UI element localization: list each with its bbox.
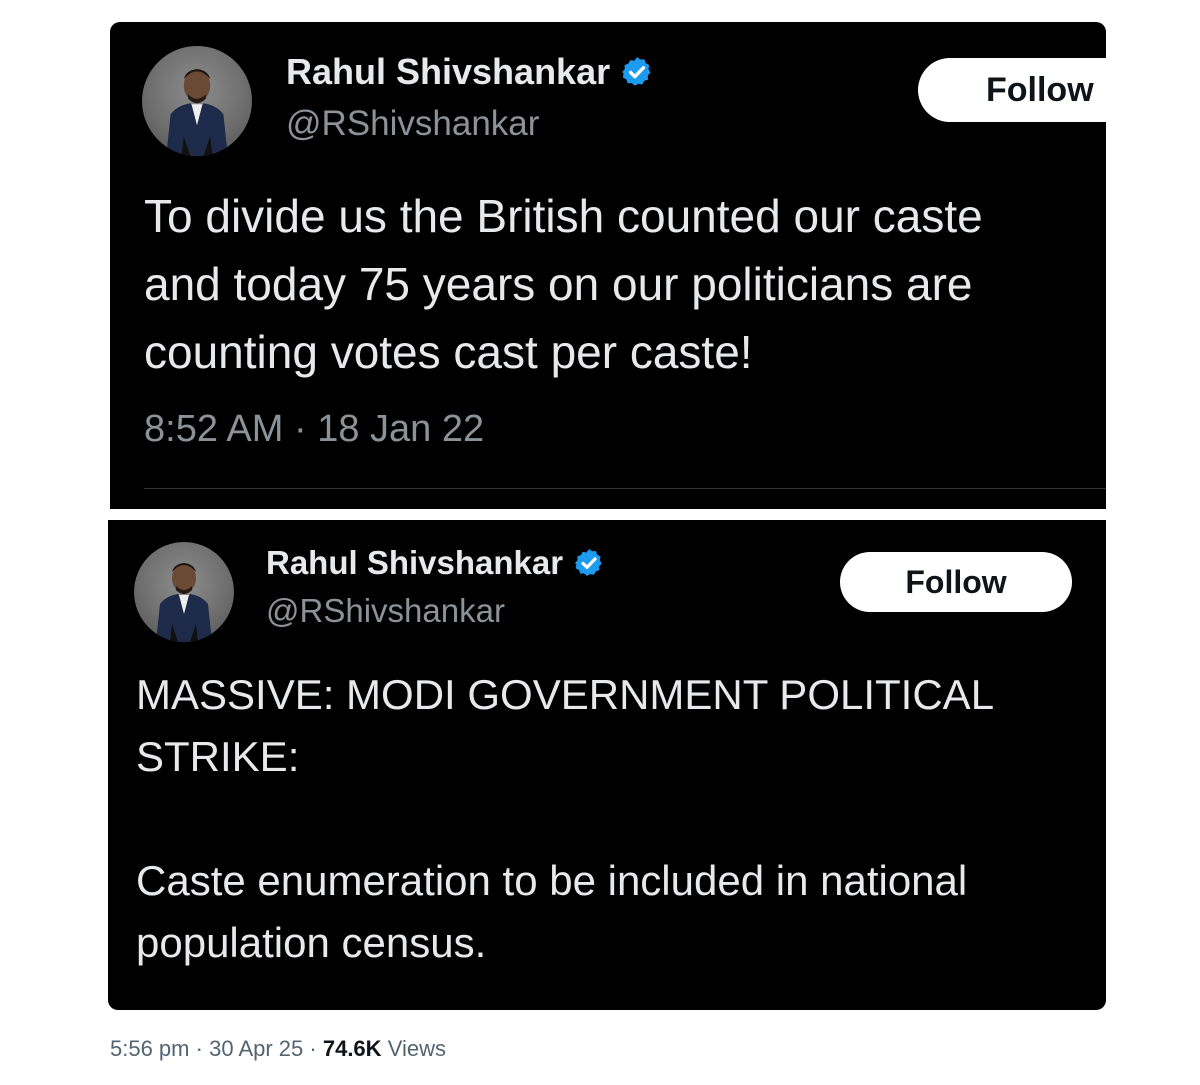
tweet-text-line: To divide us the British counted our cas… — [144, 190, 983, 242]
follow-button[interactable]: Follow — [918, 58, 1106, 122]
follow-button[interactable]: Follow — [840, 552, 1072, 612]
verified-badge-icon — [573, 547, 605, 579]
author-handle[interactable]: @RShivshankar — [266, 592, 505, 630]
embedded-tweet-2: Rahul Shivshankar @RShivshankar Follow M… — [108, 520, 1106, 1010]
post-date[interactable]: 30 Apr 25 — [209, 1036, 303, 1061]
tweet-text-line: counting votes cast per caste! — [144, 326, 753, 378]
author-avatar[interactable] — [134, 542, 234, 642]
tweet-text-line: and today 75 years on our politicians ar… — [144, 258, 973, 310]
profile-photo-icon — [166, 69, 228, 156]
tweet-text-line: population census. — [136, 919, 487, 966]
tweet-text-line — [136, 788, 994, 850]
embedded-tweet-1: Rahul Shivshankar @RShivshankar Follow T… — [110, 22, 1106, 509]
post-time[interactable]: 5:56 pm — [110, 1036, 190, 1061]
tweet-body: MASSIVE: MODI GOVERNMENT POLITICAL STRIK… — [136, 664, 994, 974]
views-label: Views — [387, 1036, 446, 1061]
tweet-body: To divide us the British counted our cas… — [144, 182, 983, 386]
verified-badge-icon — [620, 55, 654, 89]
tweet-text-line: Caste enumeration to be included in nati… — [136, 857, 968, 904]
tweet-timestamp[interactable]: 8:52 AM · 18 Jan 22 — [144, 408, 484, 451]
author-handle[interactable]: @RShivshankar — [286, 104, 539, 144]
author-name[interactable]: Rahul Shivshankar — [286, 51, 610, 93]
meta-separator: · — [195, 1036, 203, 1061]
profile-photo-icon — [156, 563, 212, 642]
tweet-divider — [144, 488, 1106, 489]
post-meta: 5:56 pm · 30 Apr 25 · 74.6K Views — [110, 1036, 446, 1062]
meta-separator: · — [309, 1036, 317, 1061]
author-name[interactable]: Rahul Shivshankar — [266, 544, 563, 582]
tweet-text-line: MASSIVE: MODI GOVERNMENT POLITICAL — [136, 671, 995, 718]
tweet-text-line: STRIKE: — [136, 733, 300, 780]
author-avatar[interactable] — [142, 46, 252, 156]
views-count: 74.6K — [322, 1036, 382, 1061]
